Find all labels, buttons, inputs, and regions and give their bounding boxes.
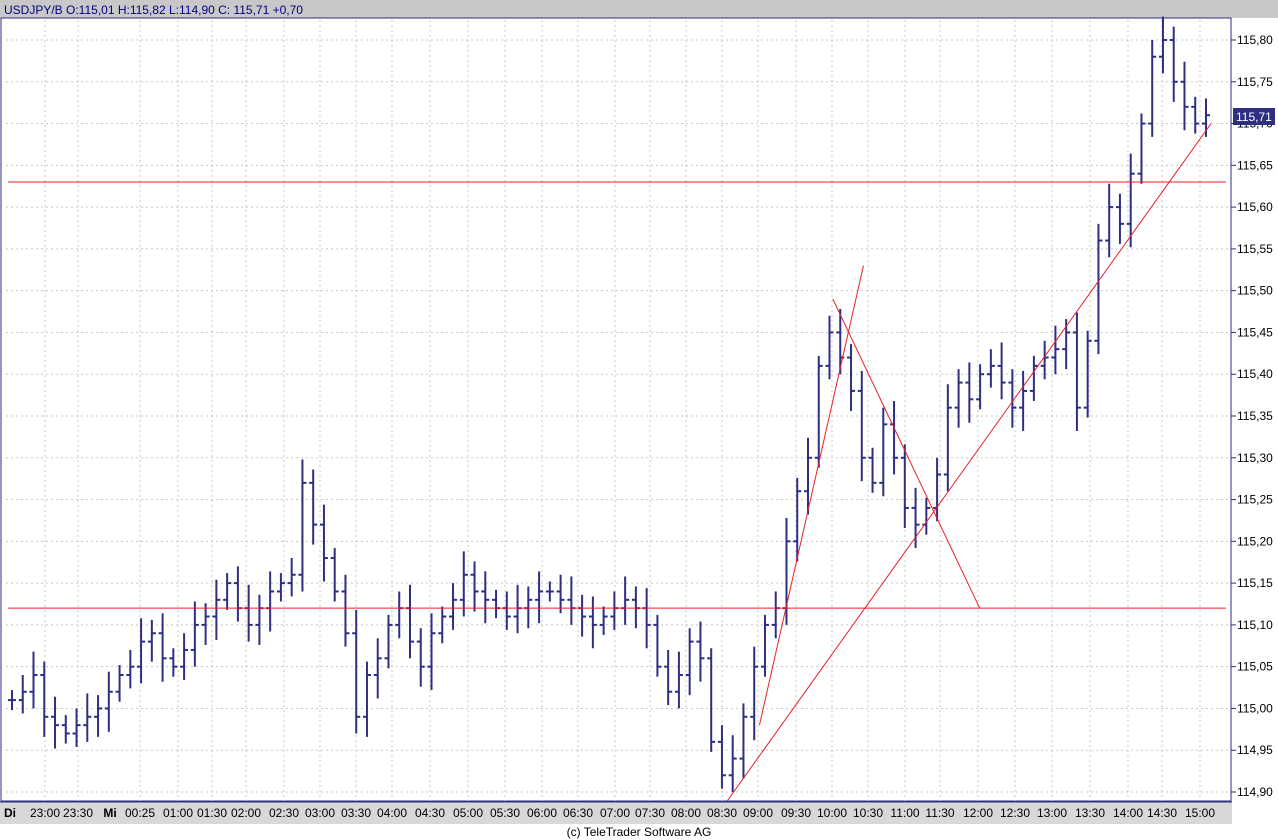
y-tick-label: 115,60 — [1237, 200, 1273, 214]
x-tick-label: 01:30 — [197, 806, 227, 820]
y-tick-label: 115,45 — [1237, 325, 1273, 339]
chart-title: USDJPY/B O:115,01 H:115,82 L:114,90 C: 1… — [4, 3, 303, 17]
y-tick-label: 114,95 — [1237, 743, 1273, 757]
y-tick-label: 115,30 — [1237, 451, 1273, 465]
x-tick-label: 11:00 — [890, 806, 919, 820]
x-tick-label: 11:30 — [925, 806, 954, 820]
x-tick-label: 04:00 — [377, 806, 407, 820]
x-tick-label: 03:30 — [341, 806, 371, 820]
y-tick-label: 115,25 — [1237, 493, 1273, 507]
x-tick-label: 13:30 — [1075, 806, 1105, 820]
x-tick-label: 14:00 — [1113, 806, 1143, 820]
y-tick-label: 114,90 — [1237, 785, 1273, 799]
x-tick-label: 12:30 — [1000, 806, 1030, 820]
x-tick-label: 07:00 — [600, 806, 630, 820]
y-tick-label: 115,75 — [1237, 75, 1273, 89]
x-tick-label: 08:30 — [707, 806, 737, 820]
y-tick-label: 115,35 — [1237, 409, 1273, 423]
x-tick-label: 10:00 — [817, 806, 847, 820]
x-tick-label: 15:00 — [1185, 806, 1215, 820]
y-tick-label: 115,10 — [1237, 618, 1273, 632]
chart-background — [0, 0, 1278, 840]
y-tick-label: 115,65 — [1237, 158, 1273, 172]
x-tick-label: 02:30 — [269, 806, 299, 820]
x-tick-label: 08:00 — [671, 806, 701, 820]
y-tick-label: 115,80 — [1237, 33, 1273, 47]
x-tick-label: Mi — [103, 806, 116, 820]
y-tick-label: 115,05 — [1237, 660, 1273, 674]
x-tick-label: 04:30 — [415, 806, 445, 820]
x-tick-label: 05:30 — [490, 806, 520, 820]
x-tick-label: 07:30 — [635, 806, 665, 820]
x-tick-label: 06:00 — [527, 806, 557, 820]
x-tick-label: 23:00 — [30, 806, 60, 820]
y-tick-label: 115,15 — [1237, 576, 1273, 590]
y-tick-label: 115,20 — [1237, 534, 1273, 548]
y-tick-label: 115,55 — [1237, 242, 1273, 256]
x-tick-label: 00:25 — [125, 806, 155, 820]
x-tick-label: 12:00 — [963, 806, 993, 820]
x-tick-label: 23:30 — [63, 806, 93, 820]
x-tick-label: 01:00 — [163, 806, 193, 820]
x-tick-label: Di — [4, 806, 16, 820]
last-price-label: 115,71 — [1236, 110, 1272, 124]
x-tick-label: 06:30 — [563, 806, 593, 820]
x-tick-label: 14:30 — [1147, 806, 1177, 820]
x-tick-label: 03:00 — [305, 806, 335, 820]
x-tick-label: 09:00 — [743, 806, 773, 820]
x-tick-label: 09:30 — [781, 806, 811, 820]
x-tick-label: 10:30 — [853, 806, 883, 820]
y-tick-label: 115,40 — [1237, 367, 1273, 381]
copyright: (c) TeleTrader Software AG — [567, 825, 712, 839]
x-tick-label: 02:00 — [231, 806, 261, 820]
y-tick-label: 115,00 — [1237, 701, 1273, 715]
x-tick-label: 05:00 — [453, 806, 483, 820]
x-tick-label: 13:00 — [1037, 806, 1067, 820]
chart: USDJPY/B O:115,01 H:115,82 L:114,90 C: 1… — [0, 0, 1278, 840]
y-tick-label: 115,50 — [1237, 284, 1273, 298]
